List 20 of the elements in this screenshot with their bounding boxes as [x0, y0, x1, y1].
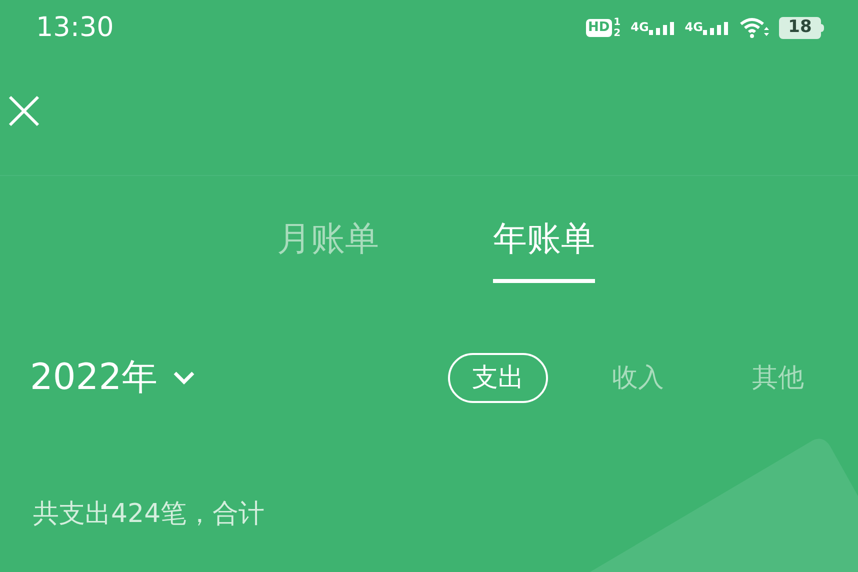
network-type: 4G: [684, 21, 703, 33]
filter-chip[interactable]: 其他: [728, 353, 828, 403]
chevron-down-icon: [172, 370, 196, 386]
filter-chip[interactable]: 支出: [448, 353, 548, 403]
wifi-icon: [739, 17, 769, 39]
battery-level: 18: [779, 17, 821, 39]
tab[interactable]: 年账单: [493, 214, 595, 283]
summary-text: 共支出424笔，合计: [33, 499, 265, 529]
filter-chip[interactable]: 收入: [588, 353, 688, 403]
close-icon: [8, 94, 40, 126]
battery-tip-icon: [821, 24, 824, 32]
network-type: 4G: [630, 21, 649, 33]
year-dropdown[interactable]: 2022年: [30, 351, 196, 405]
sim-slot-number: 2: [614, 28, 621, 39]
sim-slot-number: 1: [614, 17, 621, 28]
hd-badge: HD: [586, 19, 612, 37]
signal-bars-icon: [648, 21, 675, 35]
status-time: 13:30: [36, 10, 114, 45]
tab[interactable]: 月账单: [277, 214, 379, 283]
signal-bars-icon: [703, 21, 729, 35]
